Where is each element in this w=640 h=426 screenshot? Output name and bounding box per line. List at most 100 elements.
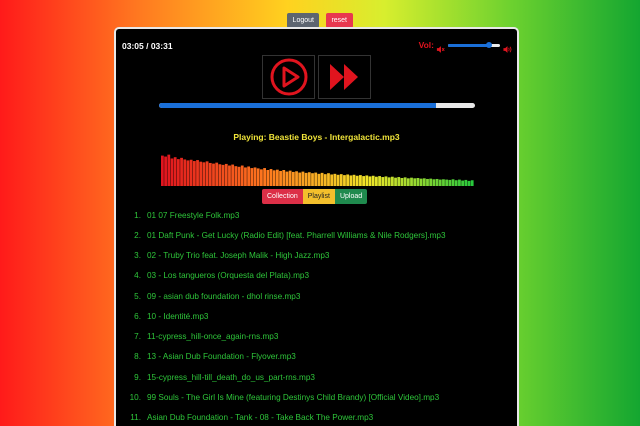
playlist-item-title[interactable]: 02 - Truby Trio feat. Joseph Malik - Hig… [147, 251, 329, 260]
playlist-item[interactable]: 6. 10 - Identité.mp3 [122, 306, 512, 326]
visualizer-bar [295, 171, 298, 186]
visualizer-bar [176, 159, 180, 186]
visualizer-bar [202, 162, 206, 186]
visualizer-bar [167, 154, 171, 186]
fast-forward-icon [329, 64, 358, 90]
track-progress-bar[interactable] [159, 103, 475, 108]
visualizer-bar [256, 168, 260, 186]
playlist-item-number: 3. [134, 251, 141, 261]
playlist-item-number: 9. [134, 372, 141, 382]
visualizer-bar [467, 180, 471, 186]
now-playing-prefix: Playing: [233, 132, 267, 142]
visualizer-bar [413, 178, 417, 186]
visualizer-bar [282, 170, 286, 186]
playlist-item-title[interactable]: 01 07 Freestyle Folk.mp3 [147, 211, 239, 220]
playlist-item-title[interactable]: 99 Souls - The Girl Is Mine (featuring D… [147, 393, 439, 402]
visualizer-bar [221, 164, 225, 186]
visualizer-bar [378, 176, 381, 186]
tab-upload[interactable]: Upload [334, 189, 368, 204]
visualizer-bar [448, 179, 452, 186]
visualizer-bar [212, 163, 215, 186]
visualizer-bar [173, 157, 177, 186]
visualizer-bar [394, 177, 397, 186]
tab-collection[interactable]: Collection [262, 189, 303, 204]
visualizer-bar [374, 176, 378, 186]
visualizer-bar [189, 159, 193, 186]
visualizer-bar [330, 174, 334, 186]
visualizer-bar [196, 160, 199, 186]
playlist-item-number: 10. [129, 392, 141, 402]
visualizer-bar [183, 159, 187, 186]
audio-visualizer [161, 154, 474, 186]
playlist-item-title[interactable]: Asian Dub Foundation - Tank - 08 - Take … [147, 413, 373, 422]
volume-slider[interactable] [448, 41, 500, 48]
playlist-item-title[interactable]: 01 Daft Punk - Get Lucky (Radio Edit) [f… [147, 231, 446, 240]
visualizer-bar [269, 169, 273, 186]
visualizer-bar [320, 172, 324, 186]
visualizer-bar [362, 176, 366, 186]
visualizer-bar [253, 167, 257, 186]
playlist-item-number: 11. [130, 413, 141, 423]
tab-playlist[interactable]: Playlist [302, 189, 335, 204]
visualizer-bar [333, 173, 337, 186]
playlist-item-title[interactable]: 03 - Los tangueros (Orquesta del Plata).… [147, 271, 309, 280]
visualizer-bar [304, 172, 308, 186]
playlist-item[interactable]: 9. 15-cypress_hill-till_death_do_us_part-… [122, 367, 512, 387]
visualizer-bar [311, 173, 314, 186]
visualizer-bar [470, 180, 474, 186]
visualizer-bar [237, 166, 241, 186]
visualizer-bar [288, 170, 292, 186]
visualizer-bar [323, 174, 327, 186]
volume-fill [448, 43, 489, 47]
next-track-button[interactable] [318, 55, 371, 99]
playlist-item-number: 7. [134, 332, 141, 342]
visualizer-bar [234, 166, 238, 186]
visualizer-bar [266, 170, 270, 186]
view-tabs: Collection Playlist Upload [262, 189, 368, 204]
visualizer-bar [170, 158, 174, 186]
visualizer-bar [301, 171, 305, 186]
volume-label: Vol: [418, 40, 434, 50]
visualizer-bar [343, 175, 346, 186]
playlist-item[interactable]: 11. Asian Dub Foundation - Tank - 08 - Ta… [122, 408, 512, 426]
visualizer-bar [416, 178, 420, 186]
playlist-item[interactable]: 7. 11-cypress_hill-once_again-rns.mp3 [122, 327, 512, 347]
visualizer-bar [228, 165, 231, 186]
playlist-item[interactable]: 5. 09 - asian dub foundation - dhol rinse… [122, 286, 512, 306]
visualizer-bar [285, 171, 289, 186]
visualizer-bar [180, 157, 183, 186]
visualizer-bar [390, 176, 394, 186]
playlist-item-title[interactable]: 13 - Asian Dub Foundation - Flyover.mp3 [147, 352, 296, 361]
playlist-item[interactable]: 3. 02 - Truby Trio feat. Joseph Malik - H… [122, 246, 512, 266]
volume-mute-icon[interactable] [436, 41, 445, 53]
playlist-item[interactable]: 8. 13 - Asian Dub Foundation - Flyover.mp… [122, 347, 512, 367]
visualizer-bar [279, 170, 282, 186]
play-button[interactable] [262, 55, 315, 99]
playlist-item-title[interactable]: 15-cypress_hill-till_death_do_us_part-rn… [147, 373, 315, 382]
visualizer-bar [260, 169, 263, 186]
visualizer-bar [199, 161, 203, 186]
playlist-item[interactable]: 4. 03 - Los tangueros (Orquesta del Plata… [122, 266, 512, 286]
logout-button[interactable]: Logout [287, 13, 320, 28]
volume-control: Vol: [418, 40, 512, 53]
visualizer-bar [371, 175, 375, 186]
visualizer-bar [339, 174, 343, 186]
visualizer-bar [426, 178, 429, 186]
visualizer-bar [215, 162, 219, 186]
visualizer-bar [461, 180, 465, 186]
time-display: 03:05 / 03:31 [122, 41, 173, 51]
playlist-item[interactable]: 1. 01 07 Freestyle Folk.mp3 [122, 205, 512, 225]
visualizer-bar [218, 164, 222, 186]
track-progress-fill [159, 103, 437, 108]
playlist-item[interactable]: 2. 01 Daft Punk - Get Lucky (Radio Edit) … [122, 225, 512, 245]
playlist-item[interactable]: 10. 99 Souls - The Girl Is Mine (featurin… [122, 387, 512, 407]
visualizer-bar [454, 180, 458, 186]
reset-button[interactable]: reset [325, 13, 353, 28]
playlist-item-title[interactable]: 10 - Identité.mp3 [147, 312, 208, 321]
playlist-item-title[interactable]: 09 - asian dub foundation - dhol rinse.m… [147, 292, 300, 301]
volume-up-icon[interactable] [503, 41, 512, 53]
playlist-item-title[interactable]: 11-cypress_hill-once_again-rns.mp3 [147, 332, 278, 341]
visualizer-bar [387, 177, 391, 186]
now-playing: Playing: Beastie Boys - Intergalactic.mp… [116, 132, 517, 142]
volume-knob[interactable] [485, 41, 492, 48]
